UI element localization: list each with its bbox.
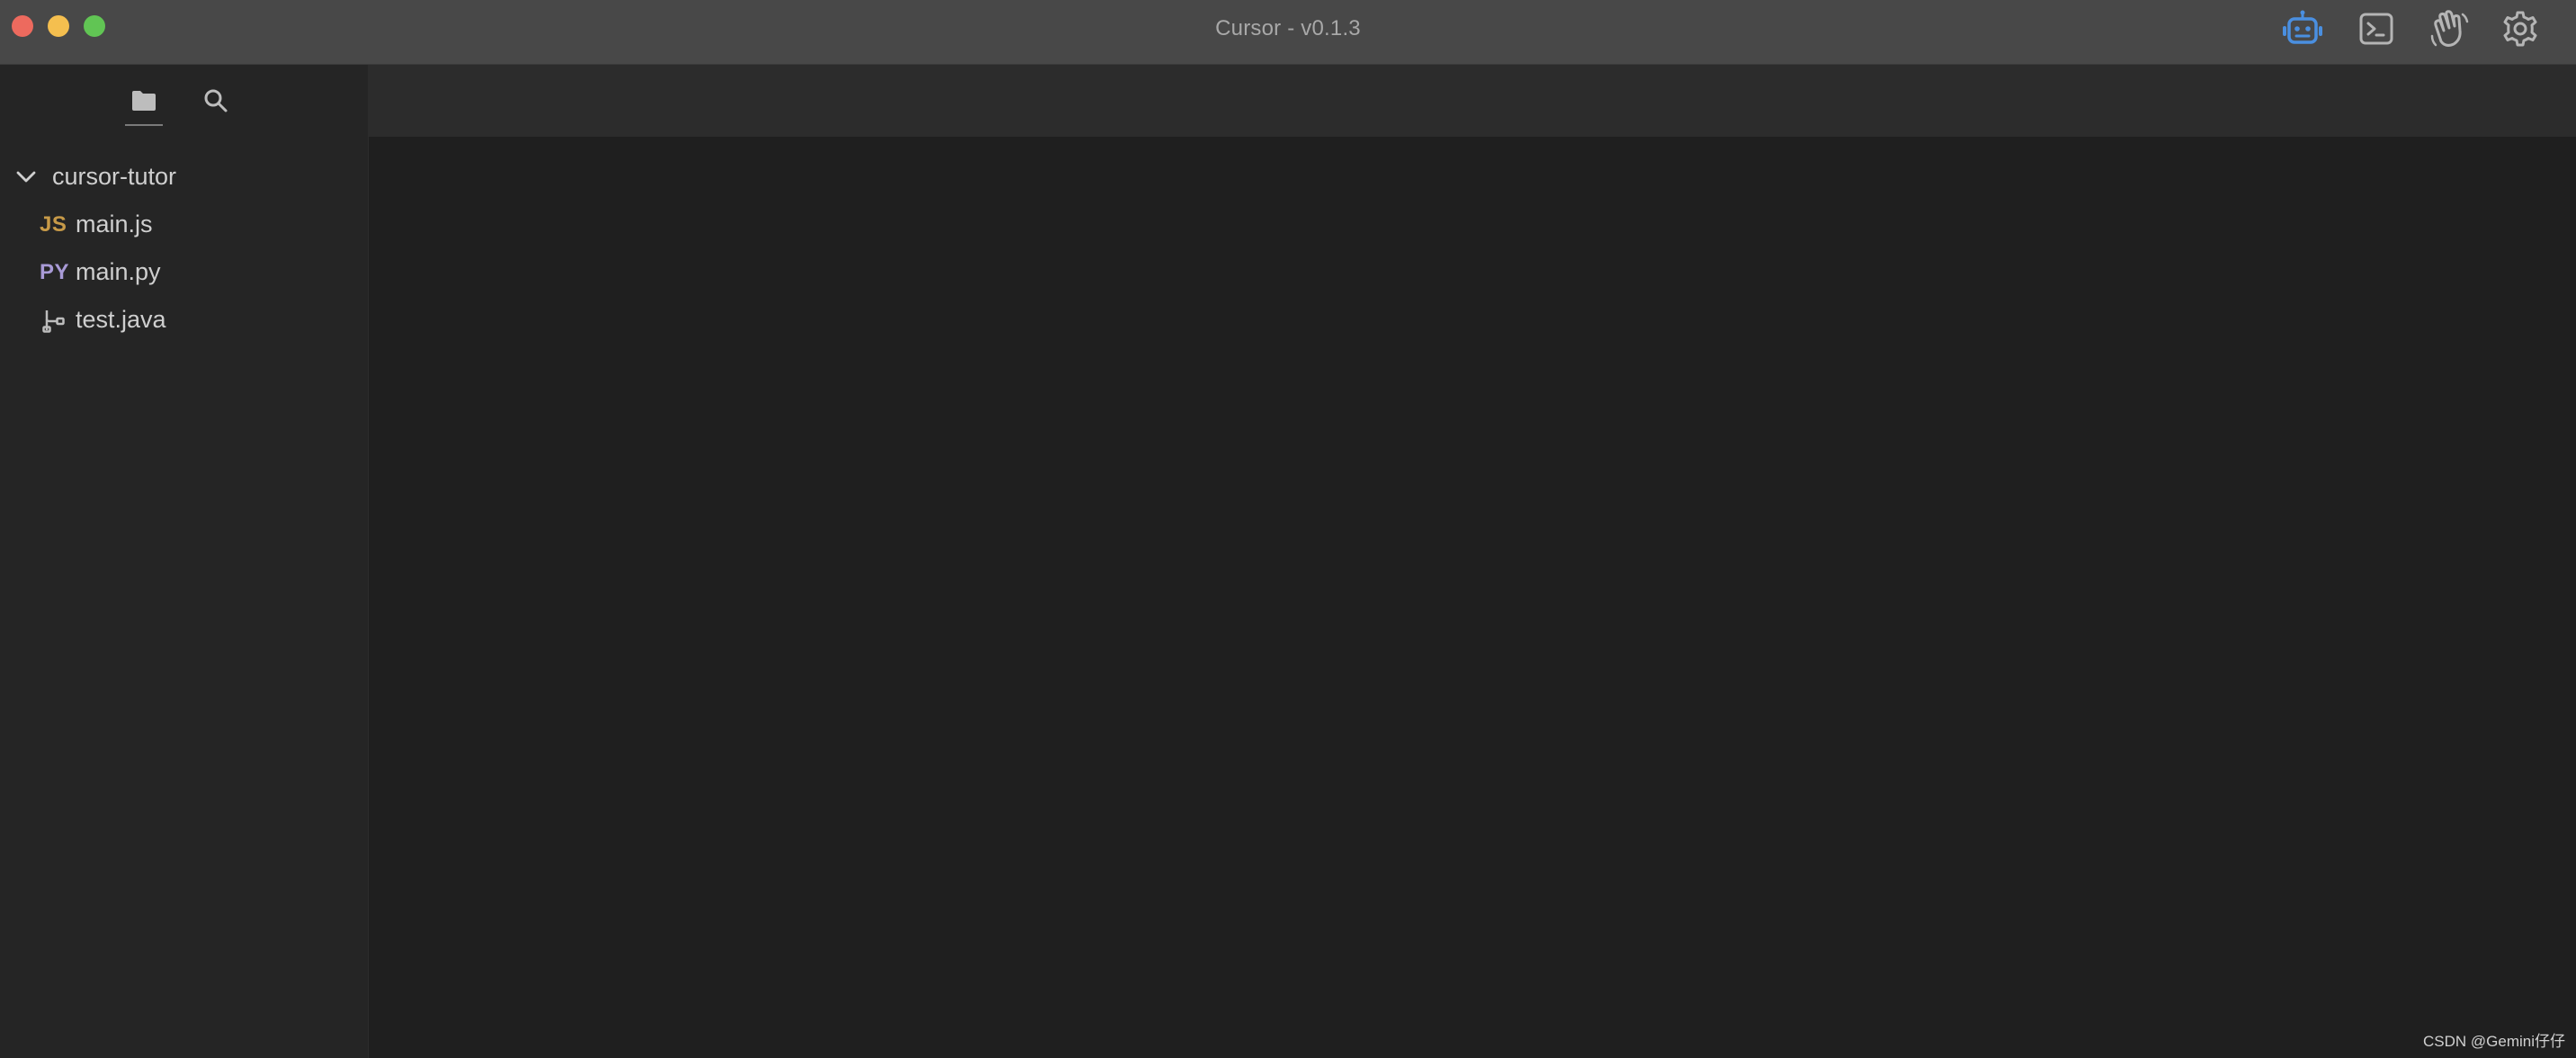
js-file-icon: JS xyxy=(40,211,67,237)
file-row-main-js[interactable]: JS main.js xyxy=(0,201,369,248)
search-icon[interactable] xyxy=(197,81,235,121)
file-row-main-py[interactable]: PY main.py xyxy=(0,248,369,296)
git-branch-icon xyxy=(40,307,67,334)
folder-name: cursor-tutor xyxy=(52,163,177,190)
editor-area[interactable] xyxy=(369,137,2576,1058)
file-row-test-java[interactable]: test.java xyxy=(0,296,369,344)
terminal-icon[interactable] xyxy=(2353,9,2400,49)
sidebar: cursor-tutor JS main.js PY main.py test.… xyxy=(0,65,369,1058)
watermark-text: CSDN @Gemini仔仔 xyxy=(2423,1033,2565,1050)
folder-icon[interactable] xyxy=(125,81,163,121)
folder-row-cursor-tutor[interactable]: cursor-tutor xyxy=(0,153,369,201)
robot-icon[interactable] xyxy=(2279,9,2326,49)
waving-hand-icon[interactable] xyxy=(2425,9,2472,49)
app-window: Cursor - v0.1.3 cursor-tutor JS main.js … xyxy=(0,0,2576,1058)
editor-tab-bar xyxy=(369,65,2576,137)
file-name: main.py xyxy=(76,258,161,285)
file-tree: cursor-tutor JS main.js PY main.py test.… xyxy=(0,153,369,344)
file-name: main.js xyxy=(76,211,153,238)
window-title: Cursor - v0.1.3 xyxy=(1215,16,1361,40)
chevron-down-icon[interactable] xyxy=(14,166,38,189)
file-name: test.java xyxy=(76,306,166,333)
gear-icon[interactable] xyxy=(2497,9,2544,49)
title-bar: Cursor - v0.1.3 xyxy=(0,0,2576,65)
py-file-icon: PY xyxy=(40,259,70,284)
active-tab-indicator xyxy=(125,124,163,126)
